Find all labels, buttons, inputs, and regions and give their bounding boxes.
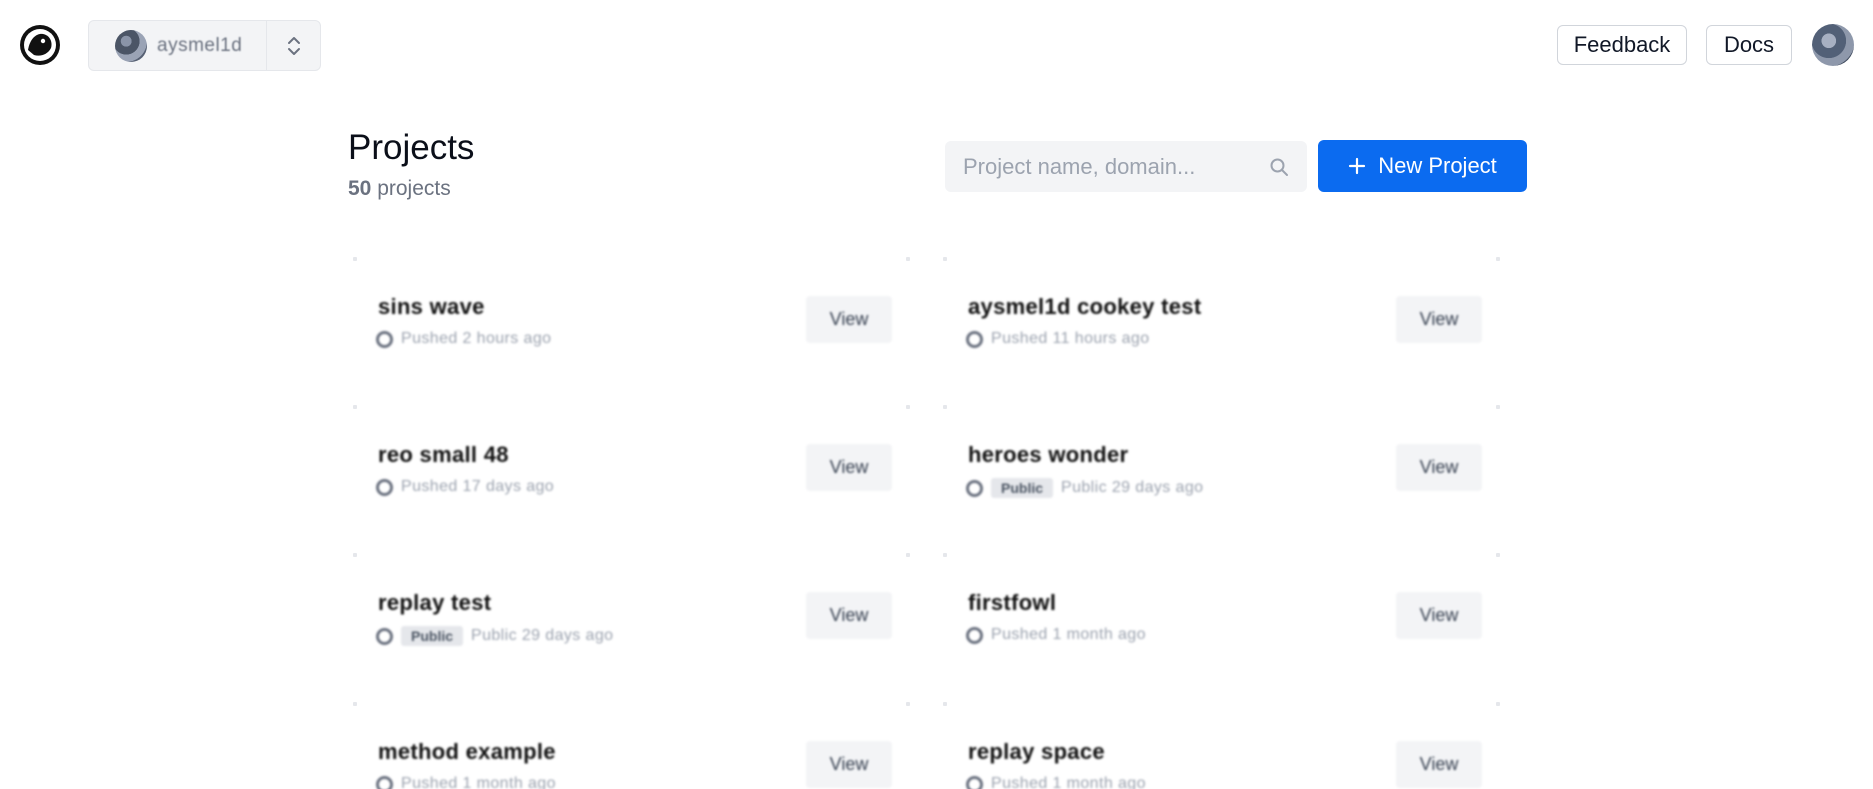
project-name[interactable]: replay space (968, 739, 1105, 765)
project-meta: Public Public 29 days ago (376, 626, 613, 646)
project-card[interactable]: aysmel1d cookey test Pushed 11 hours ago… (938, 252, 1505, 392)
project-meta-text: Public 29 days ago (1061, 479, 1204, 496)
plus-icon (1349, 157, 1366, 175)
view-button[interactable]: View (806, 741, 892, 788)
project-count-number: 50 (348, 177, 372, 200)
team-switcher[interactable]: aysmel1d (88, 20, 321, 71)
github-icon (966, 626, 983, 644)
project-name[interactable]: sins wave (378, 294, 485, 320)
project-card[interactable]: replay space Pushed 1 month ago View (938, 697, 1505, 789)
github-icon (376, 330, 393, 348)
project-meta: Pushed 17 days ago (376, 478, 554, 496)
project-card[interactable]: sins wave Pushed 2 hours ago View (348, 252, 915, 392)
view-button[interactable]: View (806, 444, 892, 491)
project-name[interactable]: method example (378, 739, 556, 765)
project-count: 50 projects (348, 177, 451, 201)
project-name[interactable]: firstfowl (968, 590, 1056, 616)
search-input[interactable] (963, 153, 1269, 180)
project-meta: Pushed 2 hours ago (376, 330, 551, 348)
team-switcher-main[interactable]: aysmel1d (89, 21, 266, 70)
visibility-badge: Public (401, 626, 464, 646)
new-project-label: New Project (1378, 153, 1497, 178)
project-meta-text: Public 29 days ago (471, 627, 614, 644)
docs-button[interactable]: Docs (1706, 25, 1792, 65)
github-icon (966, 330, 983, 348)
project-name[interactable]: replay test (378, 590, 491, 616)
page-title: Projects (348, 128, 475, 167)
github-icon (376, 775, 393, 789)
project-meta-text: Pushed 11 hours ago (991, 330, 1150, 347)
view-button[interactable]: View (1396, 444, 1482, 491)
project-card[interactable]: replay test Public Public 29 days ago Vi… (348, 548, 915, 688)
visibility-badge: Public (991, 478, 1054, 498)
project-meta-text: Pushed 17 days ago (401, 478, 555, 495)
project-search[interactable] (945, 141, 1307, 192)
project-card[interactable]: method example Pushed 1 month ago View (348, 697, 915, 789)
user-avatar[interactable] (1812, 24, 1854, 66)
github-icon (966, 775, 983, 789)
project-count-suffix: projects (377, 177, 451, 200)
project-name[interactable]: heroes wonder (968, 442, 1128, 468)
new-project-button[interactable]: New Project (1318, 140, 1527, 192)
project-name[interactable]: aysmel1d cookey test (968, 294, 1201, 320)
project-meta-text: Pushed 1 month ago (991, 626, 1146, 643)
app-logo-icon[interactable] (19, 24, 61, 66)
project-meta: Pushed 1 month ago (376, 775, 556, 789)
project-card[interactable]: heroes wonder Public Public 29 days ago … (938, 400, 1505, 540)
project-meta: Public Public 29 days ago (966, 478, 1203, 498)
project-name[interactable]: reo small 48 (378, 442, 509, 468)
project-meta: Pushed 1 month ago (966, 626, 1146, 644)
view-button[interactable]: View (806, 592, 892, 639)
view-button[interactable]: View (1396, 296, 1482, 343)
view-button[interactable]: View (1396, 741, 1482, 788)
chevron-up-down-icon (287, 36, 300, 55)
project-meta-text: Pushed 1 month ago (401, 775, 556, 789)
project-card[interactable]: reo small 48 Pushed 17 days ago View (348, 400, 915, 540)
view-button[interactable]: View (1396, 592, 1482, 639)
project-card[interactable]: firstfowl Pushed 1 month ago View (938, 548, 1505, 688)
project-meta: Pushed 1 month ago (966, 775, 1146, 789)
project-meta: Pushed 11 hours ago (966, 330, 1150, 348)
github-icon (376, 627, 393, 645)
github-icon (376, 478, 393, 496)
search-icon (1270, 158, 1288, 176)
team-name: aysmel1d (157, 34, 243, 56)
team-avatar (115, 29, 147, 62)
feedback-button[interactable]: Feedback (1557, 25, 1687, 65)
view-button[interactable]: View (806, 296, 892, 343)
project-meta-text: Pushed 1 month ago (991, 775, 1146, 789)
team-switcher-toggle[interactable] (266, 21, 320, 70)
github-icon (966, 479, 983, 497)
project-meta-text: Pushed 2 hours ago (401, 330, 552, 347)
